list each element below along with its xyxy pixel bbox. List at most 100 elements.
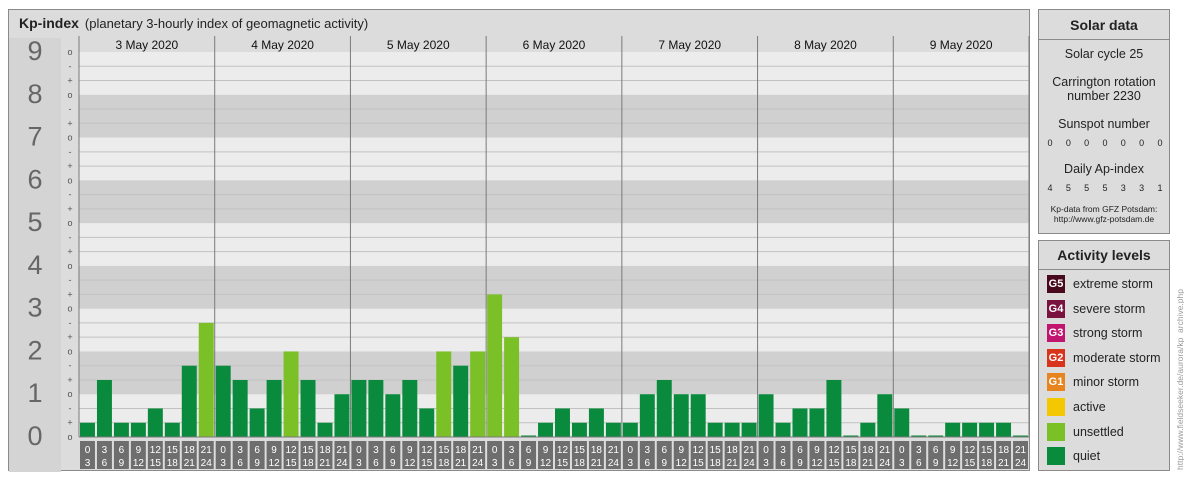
kp-bar — [402, 379, 418, 437]
interval-end-label: 9 — [933, 458, 939, 469]
interval-start-label: 18 — [998, 445, 1010, 456]
kp-bar — [724, 422, 740, 437]
interval-start-label: 18 — [455, 445, 467, 456]
ap-label: Daily Ap-index — [1064, 162, 1144, 176]
interval-start-label: 15 — [981, 445, 993, 456]
interval-start-label: 18 — [862, 445, 874, 456]
interval-start-label: 9 — [678, 445, 684, 456]
y-subtick-label: o — [67, 90, 72, 100]
kp-bar — [385, 394, 401, 437]
kp-bar — [181, 365, 197, 437]
interval-end-label: 6 — [237, 458, 243, 469]
interval-end-label: 9 — [390, 458, 396, 469]
y-tick-label: 2 — [27, 335, 42, 365]
activity-heading: Activity levels — [1057, 247, 1151, 263]
interval-start-label: 0 — [356, 445, 362, 456]
interval-end-label: 12 — [811, 458, 823, 469]
interval-end-label: 3 — [220, 458, 226, 469]
legend-swatch — [1047, 447, 1065, 466]
interval-end-label: 21 — [184, 458, 196, 469]
kp-bar — [368, 379, 384, 437]
interval-end-label: 21 — [727, 458, 739, 469]
interval-start-label: 12 — [828, 445, 840, 456]
ap-values: 4 5 5 5 3 3 1 — [1043, 183, 1167, 193]
kp-bar — [283, 351, 299, 437]
interval-start-label: 6 — [526, 445, 532, 456]
interval-end-label: 3 — [85, 458, 91, 469]
interval-start-label: 15 — [302, 445, 314, 456]
legend-label: extreme storm — [1073, 277, 1153, 291]
interval-end-label: 24 — [336, 458, 348, 469]
y-tick-label: 1 — [27, 378, 42, 408]
y-subtick-label: + — [67, 418, 72, 428]
interval-end-label: 12 — [133, 458, 145, 469]
interval-start-label: 21 — [472, 445, 484, 456]
interval-start-label: 18 — [591, 445, 603, 456]
interval-start-label: 6 — [254, 445, 260, 456]
interval-end-label: 9 — [526, 458, 532, 469]
kp-bar — [707, 422, 723, 437]
interval-end-label: 9 — [119, 458, 125, 469]
interval-start-label: 0 — [220, 445, 226, 456]
kp-bar — [300, 379, 316, 437]
kp-band-8 — [79, 52, 1029, 95]
carrington-line2: number 2230 — [1067, 89, 1141, 103]
kp-bar — [453, 365, 469, 437]
kp-bar — [894, 408, 910, 437]
ap-value-5: 3 — [1139, 183, 1145, 193]
interval-start-label: 21 — [336, 445, 348, 456]
interval-end-label: 18 — [845, 458, 857, 469]
legend-item-active: active — [1047, 398, 1106, 416]
kp-bar — [351, 379, 367, 437]
interval-start-label: 3 — [780, 445, 786, 456]
interval-start-label: 9 — [814, 445, 820, 456]
interval-end-label: 6 — [916, 458, 922, 469]
legend-swatch: G5 — [1047, 275, 1065, 293]
y-subtick-label: + — [67, 375, 72, 385]
sunspot-value-0: 0 — [1047, 138, 1053, 148]
y-tick-label: 0 — [27, 421, 42, 451]
interval-start-label: 9 — [543, 445, 549, 456]
source-link[interactable]: http://www.gfz-potsdam.de — [1039, 214, 1169, 224]
sunspot-value-4: 0 — [1120, 138, 1126, 148]
kp-bar — [622, 422, 638, 437]
interval-start-label: 15 — [845, 445, 857, 456]
interval-start-label: 0 — [899, 445, 905, 456]
kp-bar — [555, 408, 570, 437]
kp-bar — [266, 379, 282, 437]
interval-end-label: 21 — [862, 458, 874, 469]
y-tick-label: 5 — [27, 207, 42, 237]
legend-item-moderate-storm: G2 moderate storm — [1047, 348, 1161, 367]
kp-bar — [826, 379, 842, 437]
kp-bar — [113, 422, 129, 437]
sunspot-values: 0 0 0 0 0 0 0 — [1043, 138, 1167, 148]
interval-start-label: 0 — [628, 445, 634, 456]
y-subtick-label: - — [69, 61, 72, 71]
solar-data-panel: Solar data Solar cycle 25 Carrington rot… — [1038, 9, 1170, 234]
y-subtick-label: o — [67, 389, 72, 399]
y-subtick-label: - — [69, 275, 72, 285]
interval-end-label: 12 — [269, 458, 281, 469]
interval-end-label: 18 — [710, 458, 722, 469]
credit-link[interactable]: http://www.fieldseeker.de/aurora/kp_arch… — [1175, 289, 1184, 470]
sunspot-value-5: 0 — [1139, 138, 1145, 148]
day-label: 3 May 2020 — [115, 38, 178, 52]
day-label: 8 May 2020 — [794, 38, 857, 52]
y-tick-label: 3 — [27, 293, 42, 323]
interval-end-label: 6 — [509, 458, 515, 469]
interval-start-label: 6 — [797, 445, 803, 456]
interval-start-label: 3 — [645, 445, 651, 456]
y-tick-label: 9 — [27, 36, 42, 66]
kp-bar — [198, 322, 214, 437]
legend-label: severe storm — [1073, 301, 1146, 316]
interval-start-label: 15 — [167, 445, 179, 456]
solar-heading-divider — [1039, 39, 1169, 40]
interval-end-label: 15 — [828, 458, 840, 469]
kp-bar — [317, 422, 333, 437]
source-line1: Kp-data from GFZ Potsdam: — [1050, 204, 1158, 214]
kp-bar — [504, 337, 520, 437]
ap-value-1: 5 — [1065, 183, 1071, 193]
interval-start-label: 21 — [879, 445, 891, 456]
interval-start-label: 3 — [373, 445, 379, 456]
legend-label: minor storm — [1073, 375, 1139, 390]
